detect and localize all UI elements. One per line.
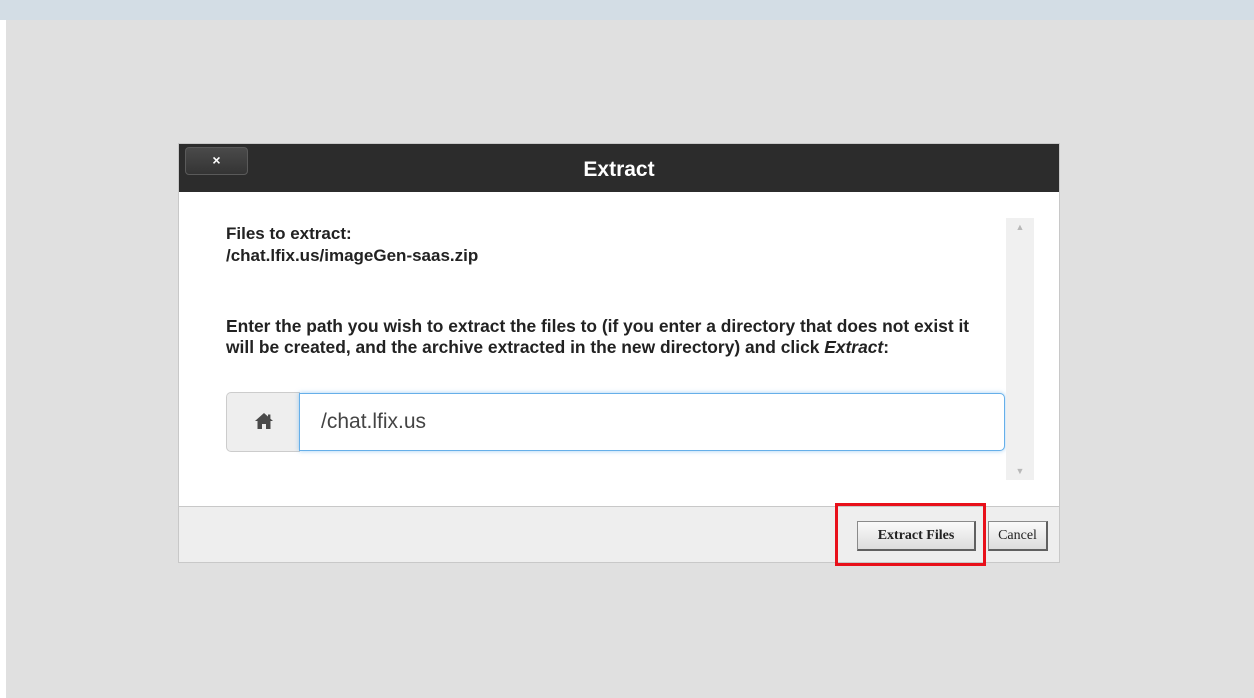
home-icon [254, 413, 273, 430]
scroll-up-arrow-icon[interactable]: ▲ [1006, 218, 1034, 236]
extract-path-input[interactable] [299, 393, 1005, 451]
dialog-header: Extract × [179, 144, 1059, 192]
instructions-end: : [883, 337, 890, 357]
dialog-content: Files to extract: /chat.lfix.us/imageGen… [179, 192, 1059, 506]
dialog-footer: Extract Files Cancel [179, 506, 1059, 562]
files-to-extract-label: Files to extract: [226, 224, 352, 243]
close-icon: × [212, 152, 221, 168]
close-button[interactable]: × [185, 147, 248, 175]
files-to-extract-path: /chat.lfix.us/imageGen-saas.zip [226, 246, 479, 265]
home-addon [226, 392, 300, 452]
content-scrollbar[interactable]: ▲ ▼ [1006, 218, 1034, 480]
cancel-button[interactable]: Cancel [988, 521, 1048, 551]
scroll-down-arrow-icon[interactable]: ▼ [1006, 462, 1034, 480]
instructions-text: Enter the path you wish to extract the f… [226, 316, 996, 358]
path-input-group [226, 392, 1005, 452]
dialog-title: Extract [583, 158, 655, 181]
instructions-emphasis: Extract [824, 337, 884, 357]
top-strip [0, 0, 1254, 20]
extract-dialog: Extract × Files to extract: /chat.lfix.u… [178, 143, 1060, 563]
extract-files-button[interactable]: Extract Files [857, 521, 976, 551]
